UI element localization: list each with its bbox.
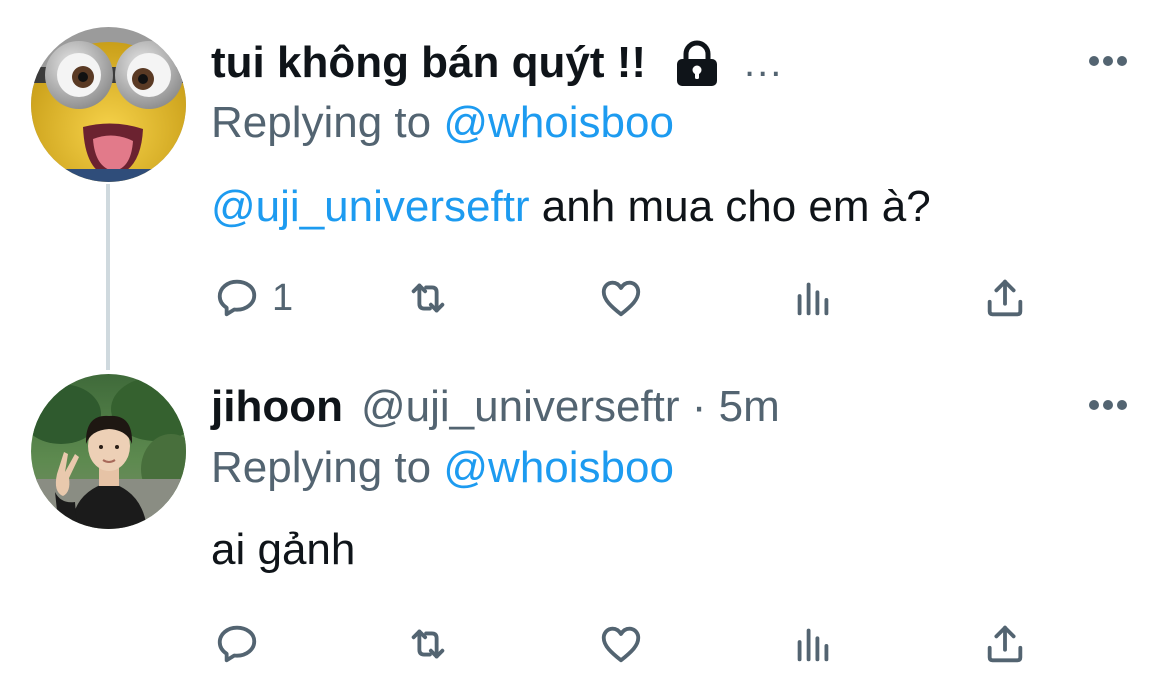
share-button[interactable] xyxy=(982,614,1028,674)
tweet-reply-2[interactable]: jihoon @uji_universeftr · 5m Replying to… xyxy=(0,350,1170,684)
name-truncation: ... xyxy=(744,41,784,85)
action-bar: 1 xyxy=(0,268,1170,328)
tweet-text-content: ai gảnh xyxy=(211,525,356,574)
replying-to-handle[interactable]: @whoisboo xyxy=(443,98,674,147)
minion-avatar-image xyxy=(31,27,186,182)
display-name[interactable]: jihoon xyxy=(211,377,343,437)
more-icon[interactable] xyxy=(1086,51,1130,71)
tweet-text-content: anh mua cho em à? xyxy=(529,182,931,231)
views-icon xyxy=(797,282,829,316)
share-icon xyxy=(987,279,1023,317)
like-button[interactable] xyxy=(598,614,644,674)
heart-icon xyxy=(601,280,641,317)
lock-icon xyxy=(672,38,722,88)
replying-to: Replying to @whoisboo xyxy=(211,438,674,498)
mention-link[interactable]: @uji_universeftr xyxy=(211,182,530,231)
reply-icon xyxy=(217,625,257,663)
avatar[interactable] xyxy=(31,374,186,529)
photo-avatar-image xyxy=(31,374,186,529)
tweet-reply-1[interactable]: tui không bán quýt !! ... Replying to @w… xyxy=(0,0,1170,370)
share-icon xyxy=(987,625,1023,663)
views-icon xyxy=(797,628,829,662)
replying-to: Replying to @whoisboo xyxy=(211,93,674,153)
tweet-header: jihoon @uji_universeftr · 5m xyxy=(211,377,780,437)
replying-to-label: Replying to xyxy=(211,443,432,492)
tweet-header: tui không bán quýt !! ... xyxy=(211,33,783,93)
retweet-icon xyxy=(411,629,445,659)
views-button[interactable] xyxy=(790,268,836,328)
share-button[interactable] xyxy=(982,268,1028,328)
retweet-button[interactable] xyxy=(405,268,451,328)
reply-button[interactable]: 1 xyxy=(214,268,293,328)
views-button[interactable] xyxy=(790,614,836,674)
reply-button[interactable] xyxy=(214,614,272,674)
reply-icon xyxy=(217,279,257,317)
more-icon[interactable] xyxy=(1086,395,1130,415)
retweet-button[interactable] xyxy=(405,614,451,674)
like-button[interactable] xyxy=(598,268,644,328)
handle-and-time[interactable]: @uji_universeftr · 5m xyxy=(361,377,780,437)
tweet-text: @uji_universeftr anh mua cho em à? xyxy=(211,177,931,237)
display-name[interactable]: tui không bán quýt !! xyxy=(211,33,646,93)
reply-count: 1 xyxy=(272,276,294,319)
replying-to-label: Replying to xyxy=(211,98,432,147)
replying-to-handle[interactable]: @whoisboo xyxy=(443,443,674,492)
heart-icon xyxy=(601,626,641,663)
action-bar xyxy=(0,614,1170,674)
tweet-text: ai gảnh xyxy=(211,520,355,580)
avatar[interactable] xyxy=(31,27,186,182)
retweet-icon xyxy=(411,283,445,313)
